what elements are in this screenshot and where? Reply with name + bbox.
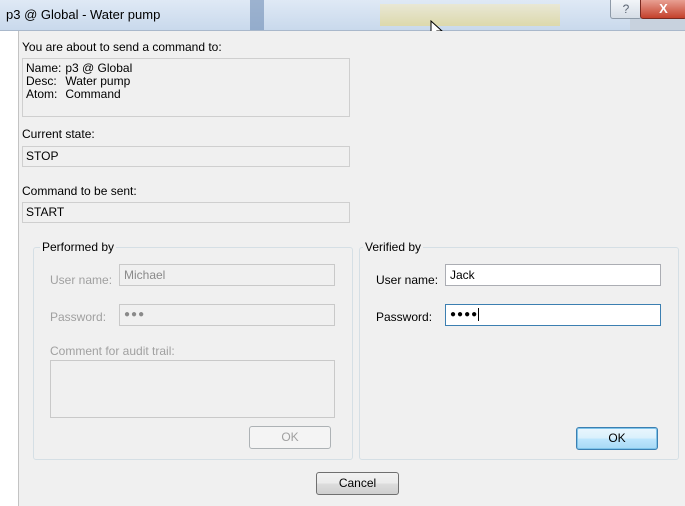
current-state-label: Current state: bbox=[22, 127, 95, 141]
performed-password-label: Password: bbox=[50, 310, 107, 324]
intro-label: You are about to send a command to: bbox=[22, 40, 222, 54]
command-label: Command to be sent: bbox=[22, 184, 137, 198]
performed-password-input[interactable]: ●●● bbox=[119, 304, 335, 326]
audit-comment-label: Comment for audit trail: bbox=[50, 344, 175, 358]
text-caret bbox=[478, 308, 480, 321]
target-info-box: Name: p3 @ Global Desc: Water pump Atom:… bbox=[22, 58, 350, 117]
verified-password-label: Password: bbox=[376, 310, 433, 324]
background-window-fragment bbox=[380, 4, 560, 26]
command-dialog: You are about to send a command to: Name… bbox=[18, 31, 685, 506]
performed-by-group: Performed by User name: Michael Password… bbox=[33, 240, 353, 460]
window-title: p3 @ Global - Water pump bbox=[6, 7, 161, 22]
name-value: p3 @ Global bbox=[65, 61, 133, 75]
atom-label: Atom: bbox=[26, 87, 58, 101]
verified-username-input[interactable]: Jack bbox=[445, 264, 661, 286]
verified-username-label: User name: bbox=[376, 273, 439, 287]
verified-password-mask: ●●●● bbox=[450, 309, 479, 321]
background-window-fragment bbox=[250, 0, 264, 30]
desc-value: Water pump bbox=[65, 74, 131, 88]
verified-by-title: Verified by bbox=[363, 240, 424, 254]
cancel-button[interactable]: Cancel bbox=[316, 472, 399, 495]
performed-username-input[interactable]: Michael bbox=[119, 264, 335, 286]
info-row-atom: Atom: Command bbox=[26, 88, 132, 101]
verified-by-group: Verified by User name: Jack Password: ●●… bbox=[359, 240, 679, 460]
verified-password-input[interactable]: ●●●● bbox=[445, 304, 661, 326]
performed-username-label: User name: bbox=[50, 273, 113, 287]
window-titlebar[interactable]: p3 @ Global - Water pump ? X bbox=[0, 0, 685, 31]
verified-ok-button[interactable]: OK bbox=[576, 427, 658, 450]
current-state-field: STOP bbox=[22, 146, 350, 167]
command-field: START bbox=[22, 202, 350, 223]
audit-comment-textarea[interactable] bbox=[50, 360, 335, 418]
performed-ok-button[interactable]: OK bbox=[249, 426, 331, 449]
close-button[interactable]: X bbox=[640, 0, 685, 19]
help-button[interactable]: ? bbox=[610, 0, 642, 19]
atom-value: Command bbox=[65, 87, 121, 101]
performed-by-title: Performed by bbox=[40, 240, 117, 254]
